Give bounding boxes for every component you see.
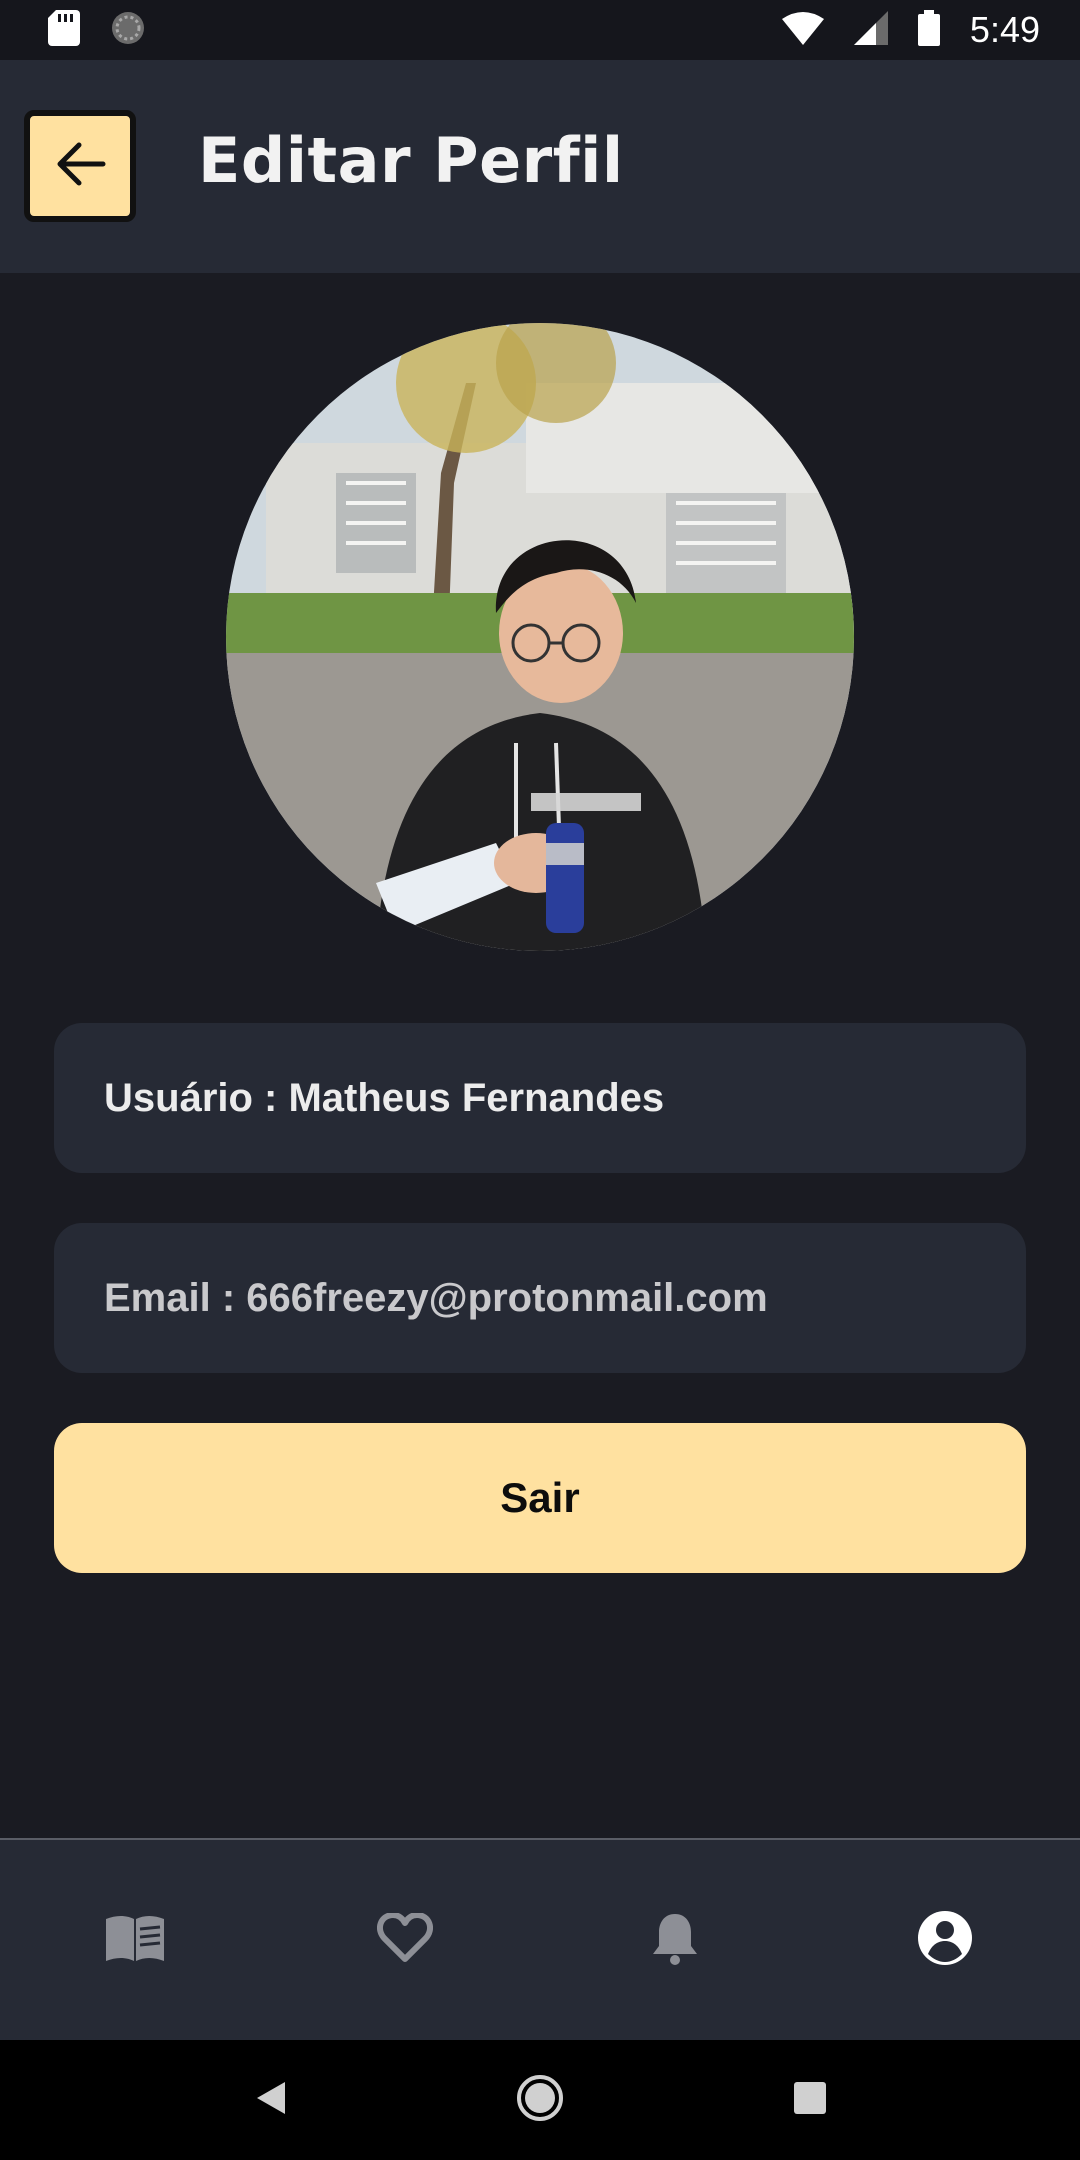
- system-home-button[interactable]: [500, 2060, 580, 2140]
- signal-icon: [853, 10, 888, 50]
- system-recents-button[interactable]: [770, 2060, 850, 2140]
- avatar-photo: [226, 323, 854, 951]
- square-recents-icon: [794, 2081, 826, 2119]
- nav-item-library[interactable]: [35, 1880, 235, 2000]
- circle-home-icon: [515, 2073, 565, 2128]
- sd-card-icon: [48, 9, 80, 51]
- battery-icon: [917, 9, 940, 51]
- username-field: Usuário : Matheus Fernandes: [54, 1023, 1026, 1173]
- status-left: [48, 9, 146, 51]
- avatar[interactable]: [226, 323, 854, 951]
- heart-icon: [376, 1911, 434, 1968]
- book-icon: [104, 1913, 166, 1968]
- logout-button[interactable]: Sair: [54, 1423, 1026, 1573]
- status-bar: 5:49: [0, 0, 1080, 60]
- arrow-left-icon: [53, 137, 107, 196]
- bottom-nav: [0, 1838, 1080, 2040]
- status-right: 5:49: [781, 9, 1040, 51]
- nav-item-favorites[interactable]: [305, 1880, 505, 2000]
- system-back-button[interactable]: [230, 2060, 310, 2140]
- nav-item-notifications[interactable]: [575, 1880, 775, 2000]
- back-button[interactable]: [24, 110, 136, 222]
- triangle-back-icon: [253, 2080, 287, 2121]
- account-circle-icon: [917, 1910, 973, 1971]
- page-title: Editar Perfil: [198, 124, 624, 197]
- status-time: 5:49: [969, 9, 1040, 50]
- nav-item-profile[interactable]: [845, 1880, 1045, 2000]
- bell-icon: [652, 1910, 698, 1971]
- wifi-icon: [781, 11, 824, 50]
- app-bar: Editar Perfil: [0, 60, 1080, 273]
- sync-icon: [110, 10, 146, 51]
- email-field: Email : 666freezy@protonmail.com: [54, 1223, 1026, 1373]
- system-nav: [0, 2040, 1080, 2160]
